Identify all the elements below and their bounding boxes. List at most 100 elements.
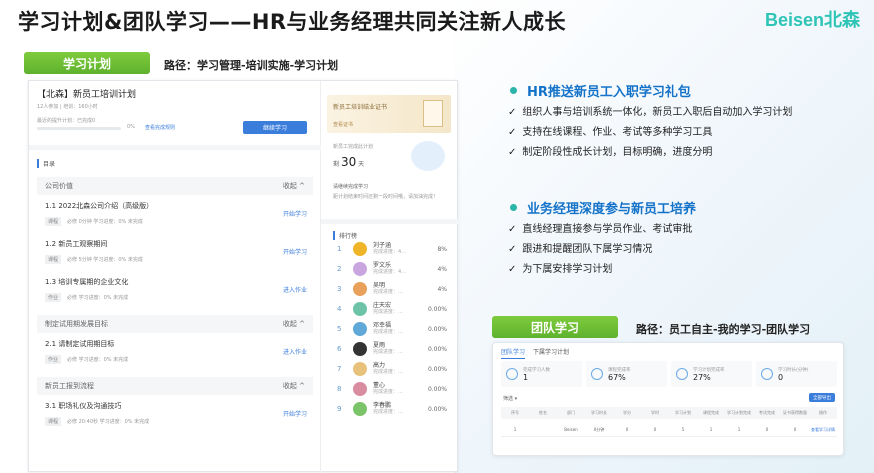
certificate-card[interactable]: 新员工培训结业证书 查看证书 xyxy=(327,95,451,133)
reminder-text: 距计划结束时间还剩一段时间哦，请加油完成！ xyxy=(333,194,439,200)
table-row[interactable]: 1 Beisen 0分钟 0 0 5 1 1 0 0 查看学习详情 xyxy=(501,423,837,437)
table-cell[interactable]: 查看学习详情 xyxy=(809,427,837,433)
rank-sub: 完成进度：... xyxy=(373,408,403,415)
learning-plan-pill: 学习计划 xyxy=(24,52,150,74)
column-header: 课程完成 xyxy=(703,410,719,415)
table-cell: 0 xyxy=(765,427,769,432)
section-header[interactable]: 制定试用期发展目标 收起 ^ xyxy=(37,315,313,333)
ranking-row: 7 高力 完成进度：... 0.00% xyxy=(327,359,457,379)
stat-label: 学习时长(分钟) xyxy=(778,367,809,373)
tab-subordinate-plans[interactable]: 下属学习计划 xyxy=(533,347,569,356)
stat-card: 学习时长(分钟) 0 xyxy=(756,361,837,387)
stat-icon xyxy=(676,368,688,380)
rank-number: 9 xyxy=(337,405,342,413)
view-rules-link[interactable]: 查看完成规则 xyxy=(145,124,175,131)
rank-sub: 完成进度：4... xyxy=(373,248,406,255)
column-header: 序号 xyxy=(511,410,519,415)
ranking-row: 3 吴明 完成进度：... 4% xyxy=(327,279,457,299)
certificate-title: 新员工培训结业证书 xyxy=(333,104,388,111)
item-title: 1.1 2022北森公司介绍（高级版） xyxy=(45,202,154,210)
dot-icon xyxy=(510,204,517,211)
table-cell: Beisen xyxy=(564,427,578,432)
catalog-item[interactable]: 1.1 2022北森公司介绍（高级版） 课程 必修 0分钟 学习进度：0% 未完成 开… xyxy=(29,195,321,233)
rank-sub: 完成进度：... xyxy=(373,308,403,315)
rank-percent: 8% xyxy=(437,245,447,253)
stat-label: 课程完成率 xyxy=(608,367,631,373)
ranking-row: 6 夏雨 完成进度：... 0.00% xyxy=(327,339,457,359)
table-cell: 1 xyxy=(709,427,713,432)
days-label: 新员工完成此计划 xyxy=(333,144,374,150)
days-value: 30 xyxy=(340,155,357,169)
check-icon: ✓ xyxy=(508,107,517,118)
item-meta: 必修 学习进度：0% 未完成 xyxy=(67,295,129,301)
section-header[interactable]: 公司价值 收起 ^ xyxy=(37,177,313,195)
column-header: 证书获得数量 xyxy=(783,410,807,415)
export-button[interactable]: 全部导出 xyxy=(809,393,835,402)
progress-bar xyxy=(37,127,121,130)
divider xyxy=(321,219,459,224)
start-learning-link[interactable]: 开始学习 xyxy=(283,209,307,218)
table-cell: 0 xyxy=(625,427,629,432)
dot-icon xyxy=(510,87,517,94)
avatar xyxy=(353,362,367,376)
stat-label: 学习计划完成率 xyxy=(693,367,725,373)
certificate-link[interactable]: 查看证书 xyxy=(333,121,353,128)
avatar xyxy=(353,342,367,356)
rank-number: 4 xyxy=(337,305,342,313)
learning-plan-screenshot: 【北森】新员工培训计划 12人参加 | 培训：160小时 最近的提升计划：已完成… xyxy=(28,80,459,473)
stat-label: 完成学习人数 xyxy=(523,367,550,373)
manager-point: ✓ 为下属安排学习计划 xyxy=(508,260,612,275)
check-icon: ✓ xyxy=(508,244,517,255)
catalog-item[interactable]: 1.3 培训专属期的企业文化 作业 必修 学习进度：0% 未完成 进入作业 xyxy=(29,271,321,309)
ranking-row: 4 庄天宏 完成进度：... 0.00% xyxy=(327,299,457,319)
check-icon: ✓ xyxy=(508,264,517,275)
hr-heading: HR推送新员工入职学习礼包 xyxy=(510,81,691,100)
rank-sub: 完成进度：... xyxy=(373,288,403,295)
column-header: 学习时长 xyxy=(591,410,607,415)
hr-point-text: 支持在线课程、作业、考试等多种学习工具 xyxy=(522,127,713,138)
column-header: 部门 xyxy=(567,410,575,415)
stat-icon xyxy=(591,368,603,380)
catalog-item[interactable]: 2.1 请制定试用期目标 作业 必修 学习进度：0% 未完成 进入作业 xyxy=(29,333,321,371)
item-meta: 必修 5分钟 学习进度：0% 未完成 xyxy=(67,257,143,263)
rank-percent: 0.00% xyxy=(427,405,447,413)
collapse-toggle[interactable]: 收起 ^ xyxy=(283,381,305,391)
enter-homework-link[interactable]: 进入作业 xyxy=(283,347,307,356)
rank-number: 1 xyxy=(337,245,342,253)
plan-name: 【北森】新员工培训计划 xyxy=(37,90,137,100)
stat-card: 课程完成率 67% xyxy=(586,361,667,387)
start-learning-link[interactable]: 开始学习 xyxy=(283,409,307,418)
catalog-label: 目录 xyxy=(37,159,55,168)
avatar xyxy=(353,242,367,256)
manager-point: ✓ 直线经理直接参与学员作业、考试审批 xyxy=(508,220,692,235)
start-learning-link[interactable]: 开始学习 xyxy=(283,247,307,256)
collapse-toggle[interactable]: 收起 ^ xyxy=(283,319,305,329)
enter-homework-link[interactable]: 进入作业 xyxy=(283,285,307,294)
tab-team-learning[interactable]: 团队学习 xyxy=(501,347,526,359)
catalog-item[interactable]: 1.2 新员工观察期间 课程 必修 5分钟 学习进度：0% 未完成 开始学习 xyxy=(29,233,321,271)
section-title: 公司价值 xyxy=(45,182,73,190)
table-header: 序号 姓名 部门 学习时长 学分 学时 学习计划 课程完成 学习计划完成 考试完成 证书获得数量 操作 xyxy=(501,407,837,419)
section-title: 制定试用期发展目标 xyxy=(45,320,108,328)
stat-card: 完成学习人数 1 xyxy=(501,361,582,387)
ranking-row: 9 李春鹏 完成进度：... 0.00% xyxy=(327,399,457,419)
stats-row: 完成学习人数 1 课程完成率 67% 学习计划完成率 27% 学习时长(分钟) 0 xyxy=(501,361,837,387)
check-icon: ✓ xyxy=(508,147,517,158)
item-title: 1.2 新员工观察期间 xyxy=(45,240,108,248)
table-cell: 0 xyxy=(653,427,657,432)
progress-label: 最近的提升计划：已完成0 xyxy=(37,118,96,124)
ranking-row: 2 罗文乐 完成进度：4... 4% xyxy=(327,259,457,279)
section-header[interactable]: 新员工报到流程 收起 ^ xyxy=(37,377,313,395)
learning-plan-path: 路径：学习管理-培训实施-学习计划 xyxy=(164,59,339,72)
continue-learning-button[interactable]: 继续学习 xyxy=(243,121,307,134)
avatar xyxy=(353,322,367,336)
manager-point-text: 为下属安排学习计划 xyxy=(522,264,613,275)
hr-heading-text: HR推送新员工入职学习礼包 xyxy=(527,85,691,100)
filter-dropdown[interactable]: 筛选 ▾ xyxy=(503,395,517,402)
reminder-title: 请继续完成学习 xyxy=(333,184,369,190)
collapse-toggle[interactable]: 收起 ^ xyxy=(283,181,305,191)
beisen-logo: Beisen北森 xyxy=(764,10,860,30)
catalog-item[interactable]: 3.1 职场礼仪及沟通技巧 课程 必修 20:40秒 学习进度：0% 未完成 开始学习 xyxy=(29,395,321,433)
hr-point: ✓ 制定阶段性成长计划，目标明确，进度分明 xyxy=(508,143,712,158)
stat-value: 67% xyxy=(608,372,626,382)
